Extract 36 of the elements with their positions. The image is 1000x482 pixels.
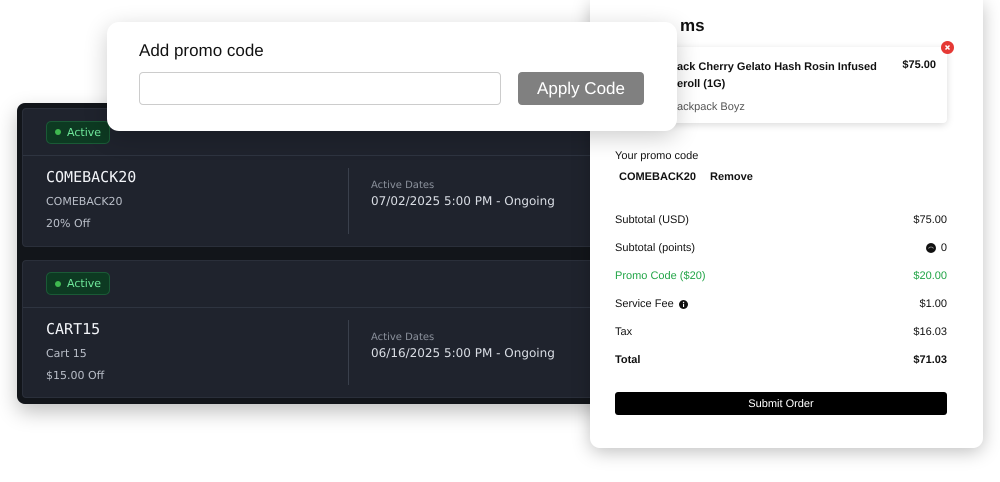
summary-label: Tax — [615, 326, 632, 338]
summary-value: $75.00 — [913, 214, 947, 226]
dates-value: 07/02/2025 5:00 PM - Ongoing — [371, 194, 555, 208]
remove-link[interactable]: Remove — [710, 171, 753, 183]
item-price: $75.00 — [902, 59, 936, 73]
summary-value: $16.03 — [913, 326, 947, 338]
summary-label: Promo Code ($20) — [615, 270, 706, 282]
promo-discount: $15.00 Off — [46, 368, 106, 382]
summary-value: $1.00 — [919, 298, 947, 310]
dialog-title: Add promo code — [139, 41, 265, 61]
status-label: Active — [67, 126, 102, 138]
dates-label: Active Dates — [371, 180, 436, 191]
summary-value: $20.00 — [913, 270, 947, 282]
summary-value: 0 — [940, 242, 947, 254]
dates-value: 06/16/2025 5:00 PM - Ongoing — [371, 346, 555, 360]
summary-label: Subtotal (USD) — [615, 214, 689, 226]
summary-label: Subtotal (points) — [615, 242, 696, 254]
item-title: ack Cherry Gelato Hash Rosin Infused eroll (1G) — [677, 60, 877, 92]
dates-label: Active Dates — [371, 332, 436, 342]
status-label: Active — [67, 277, 102, 290]
promo-name: Cart 15 — [46, 346, 88, 360]
item-brand: ackpack Boyz — [677, 101, 746, 113]
promo-input[interactable] — [139, 72, 501, 105]
submit-order-button[interactable]: Submit Order — [615, 392, 947, 415]
info-icon[interactable] — [678, 300, 688, 308]
promo-label: Your promo code — [615, 150, 700, 162]
cart-heading: ms — [679, 16, 706, 37]
promo-code: CART15 — [46, 320, 102, 338]
summary-label: Service Fee — [615, 298, 674, 310]
summary-value: $71.03 — [913, 354, 947, 366]
summary-label: Total — [615, 354, 640, 366]
promo-code: COMEBACK20 — [46, 168, 138, 186]
applied-promo-code: COMEBACK20 — [619, 171, 696, 183]
promo-discount: 20% Off — [46, 217, 92, 230]
remove-icon[interactable] — [941, 41, 954, 54]
promo-name: COMEBACK20 — [46, 195, 124, 208]
